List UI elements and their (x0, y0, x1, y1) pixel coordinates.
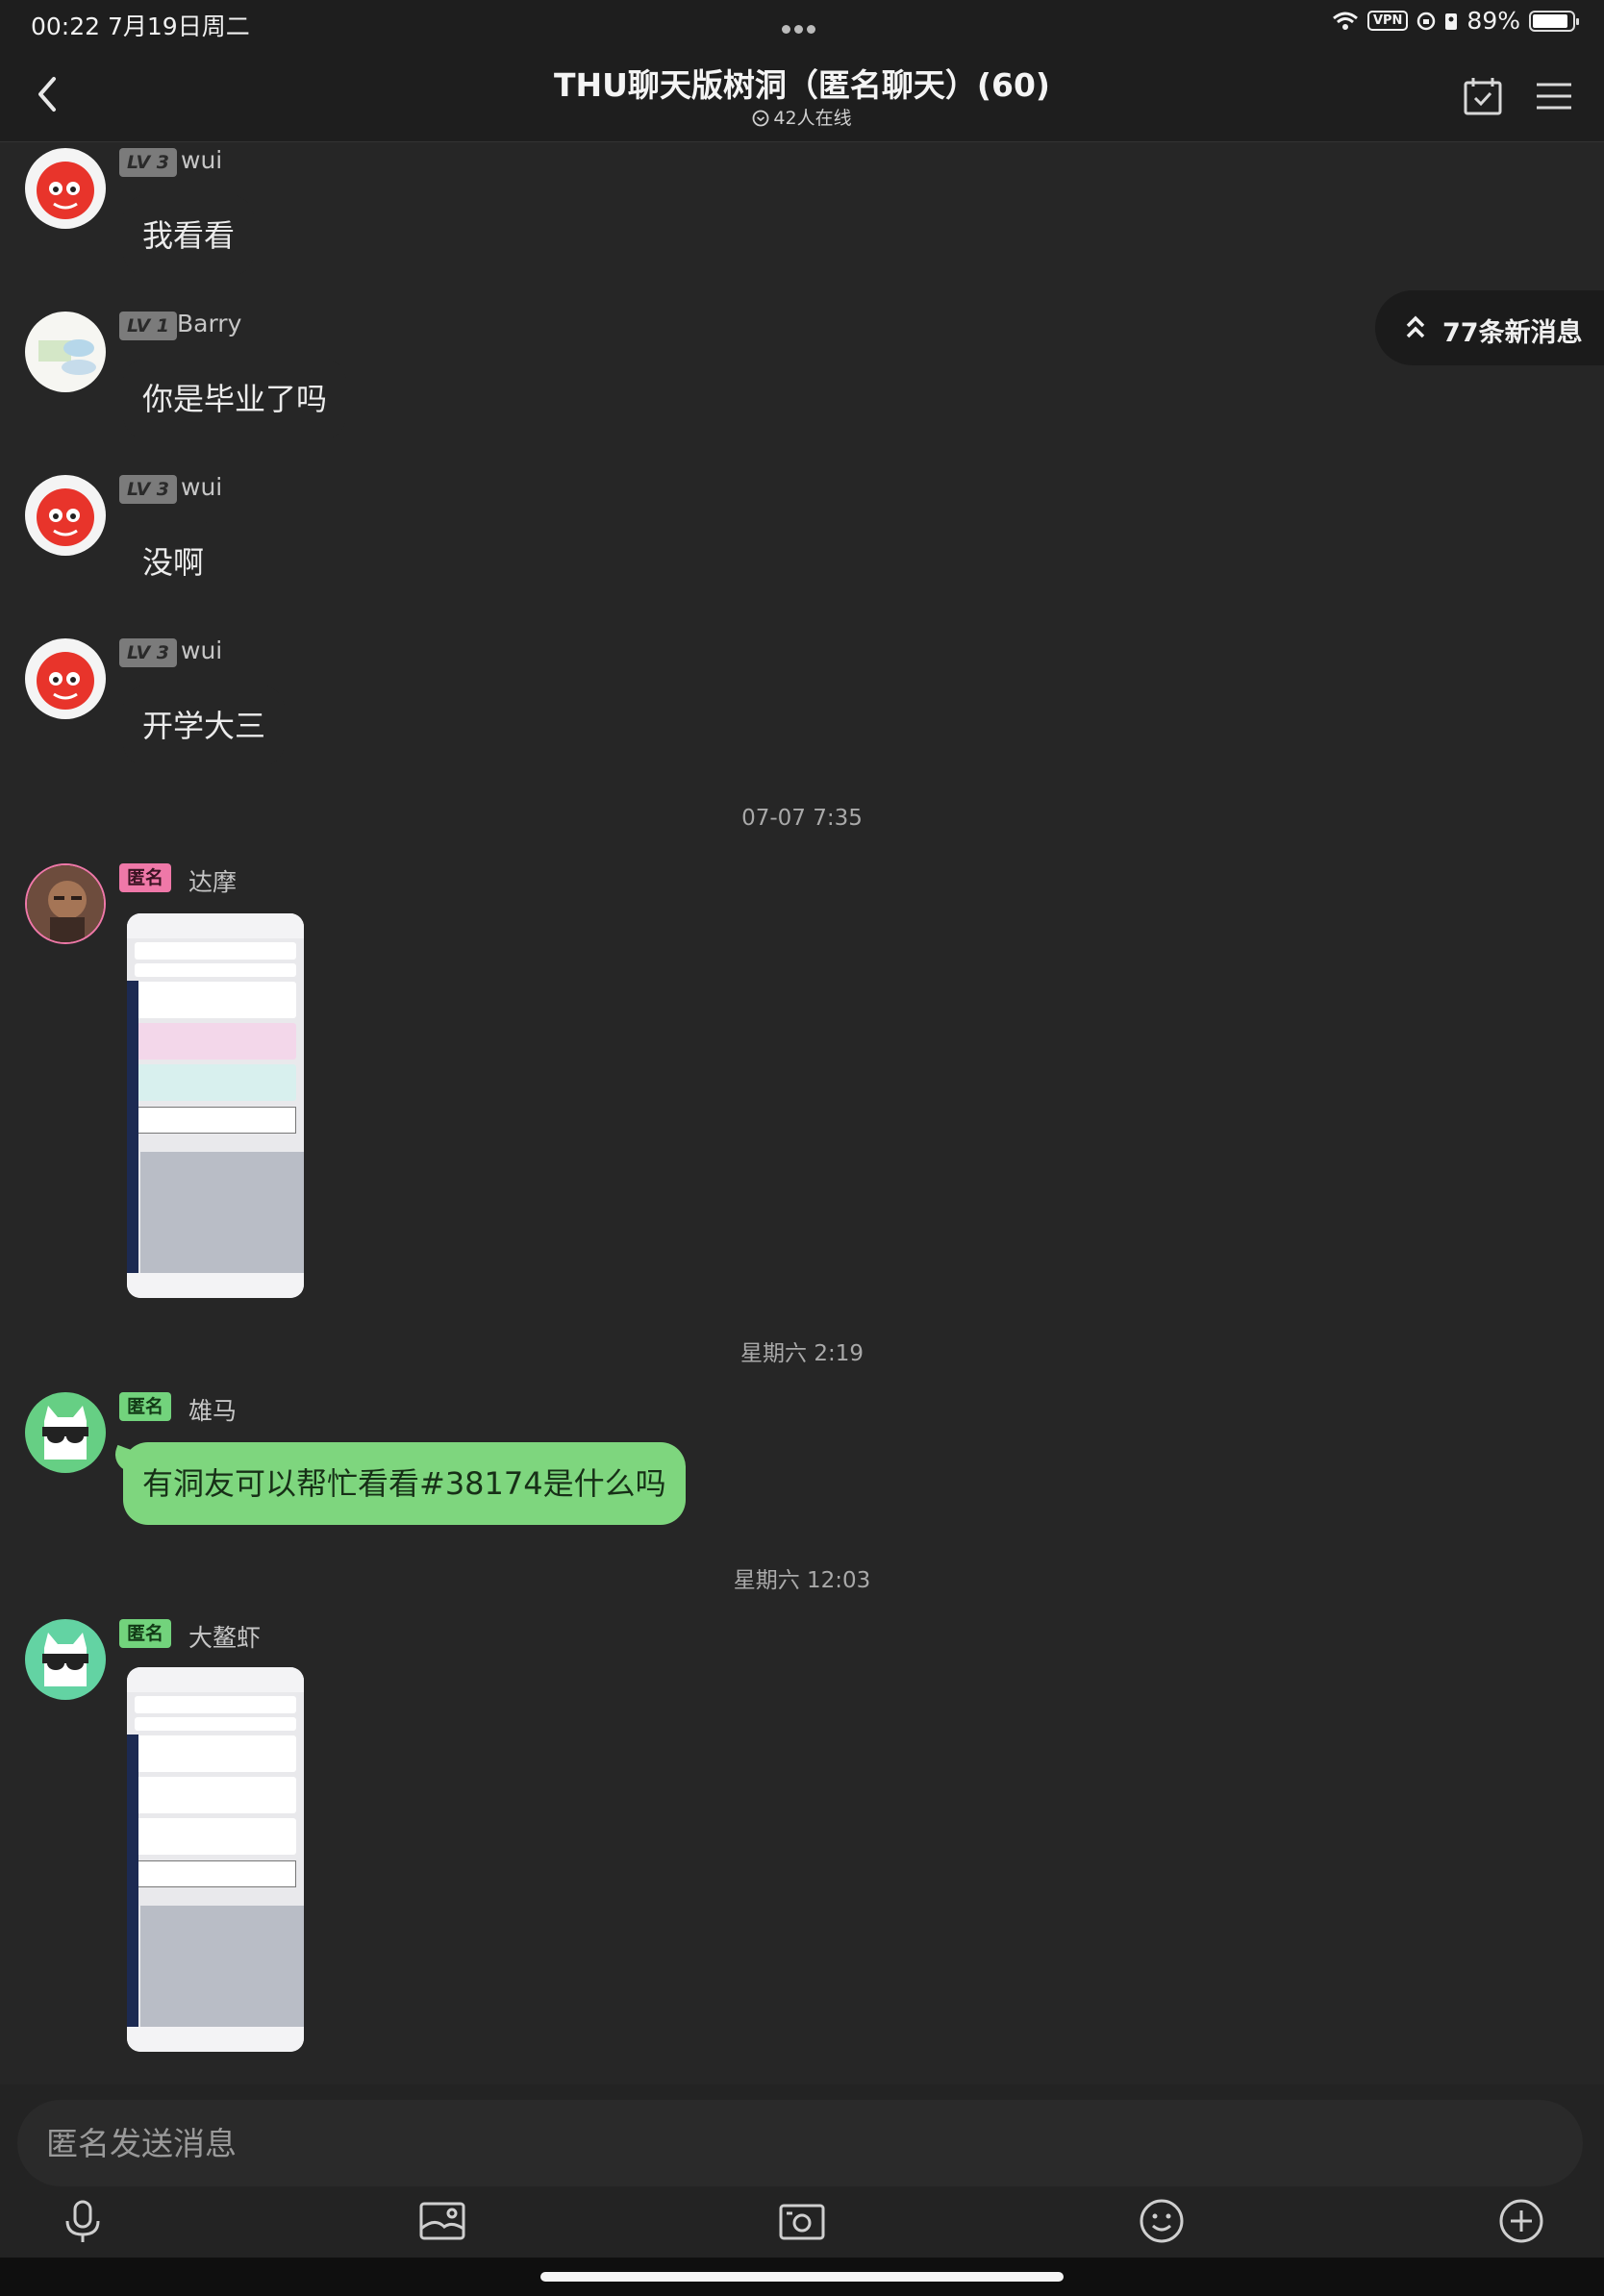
lock-icon (1445, 12, 1458, 30)
octopus-avatar-icon (25, 148, 106, 229)
anonymous-badge: 匿名 (119, 863, 172, 892)
chat-title[interactable]: THU聊天版树洞（匿名聊天）(60) (0, 60, 1604, 106)
octopus-avatar-icon (25, 475, 106, 556)
plus-icon[interactable] (1492, 2192, 1550, 2250)
cat-sunglasses-avatar-icon (25, 1392, 106, 1473)
message-input[interactable] (17, 2100, 1583, 2186)
sender-name[interactable]: Barry (177, 310, 241, 337)
home-indicator[interactable] (540, 2272, 1064, 2282)
avatar[interactable] (25, 475, 106, 556)
online-count: 42人在线 (0, 104, 1604, 130)
double-chevron-up-icon (1406, 315, 1425, 338)
sender-name[interactable]: 雄马 (188, 1392, 237, 1427)
timestamp: 07-07 7:35 (741, 806, 863, 831)
message-bubble[interactable]: 没啊 (123, 521, 224, 604)
online-check-icon (753, 110, 769, 127)
anonymous-badge: 匿名 (119, 1619, 172, 1648)
message-bubble[interactable]: 开学大三 (123, 685, 286, 767)
level-badge: LV 3 (119, 638, 178, 667)
camera-icon[interactable] (773, 2192, 831, 2250)
wifi-icon (1332, 12, 1358, 30)
message-composer (0, 2084, 1604, 2258)
status-time: 00:22 7月19日周二 (31, 12, 250, 40)
status-bar: 00:22 7月19日周二 VPN 89% (0, 0, 1604, 48)
avatar[interactable] (25, 863, 106, 944)
message-bubble[interactable]: 我看看 (123, 194, 255, 277)
message-bubble[interactable]: 有洞友可以帮忙看看#38174是什么吗 (123, 1442, 686, 1525)
new-messages-label: 77条新消息 (1442, 318, 1583, 348)
sender-name[interactable]: wui (181, 473, 222, 501)
timestamp: 星期六 2:19 (740, 1341, 864, 1366)
menu-icon[interactable] (1533, 75, 1575, 117)
sender-name[interactable]: wui (181, 146, 222, 174)
chat-header: THU聊天版树洞（匿名聊天）(60) 42人在线 (0, 48, 1604, 142)
octopus-avatar-icon (25, 638, 106, 719)
timestamp: 星期六 12:03 (733, 1568, 871, 1593)
sender-name[interactable]: 达摩 (188, 863, 237, 898)
avatar[interactable] (25, 1392, 106, 1473)
calendar-check-icon[interactable] (1462, 75, 1504, 117)
battery-percent: 89% (1466, 7, 1520, 35)
microphone-icon[interactable] (54, 2192, 112, 2250)
level-badge: LV 3 (119, 475, 178, 504)
level-badge: LV 3 (119, 148, 178, 177)
message-bubble[interactable]: 你是毕业了吗 (123, 358, 347, 440)
avatar[interactable] (25, 312, 106, 392)
image-icon[interactable] (414, 2192, 471, 2250)
cartoon-avatar-icon (25, 312, 106, 392)
new-messages-button[interactable]: 77条新消息 (1375, 290, 1604, 365)
online-count-text: 42人在线 (773, 108, 852, 129)
image-message[interactable] (127, 1667, 304, 2052)
avatar[interactable] (25, 638, 106, 719)
avatar[interactable] (25, 148, 106, 229)
image-message[interactable] (127, 913, 304, 1298)
status-indicators: VPN 89% (1332, 7, 1579, 35)
emoji-icon[interactable] (1133, 2192, 1190, 2250)
vpn-badge: VPN (1366, 11, 1409, 31)
battery-icon (1529, 10, 1579, 32)
portrait-avatar-icon (27, 865, 104, 942)
home-indicator-area (0, 2258, 1604, 2296)
rotation-lock-icon (1417, 12, 1436, 30)
multitask-dots-icon[interactable] (782, 19, 824, 34)
avatar[interactable] (25, 1619, 106, 1700)
anonymous-badge: 匿名 (119, 1392, 172, 1421)
sender-name[interactable]: wui (181, 636, 222, 664)
level-badge: LV 1 (119, 312, 178, 340)
sender-name[interactable]: 大鳌虾 (188, 1619, 261, 1654)
cat-sunglasses-avatar-icon (25, 1619, 106, 1700)
battery-level (1533, 13, 1567, 28)
